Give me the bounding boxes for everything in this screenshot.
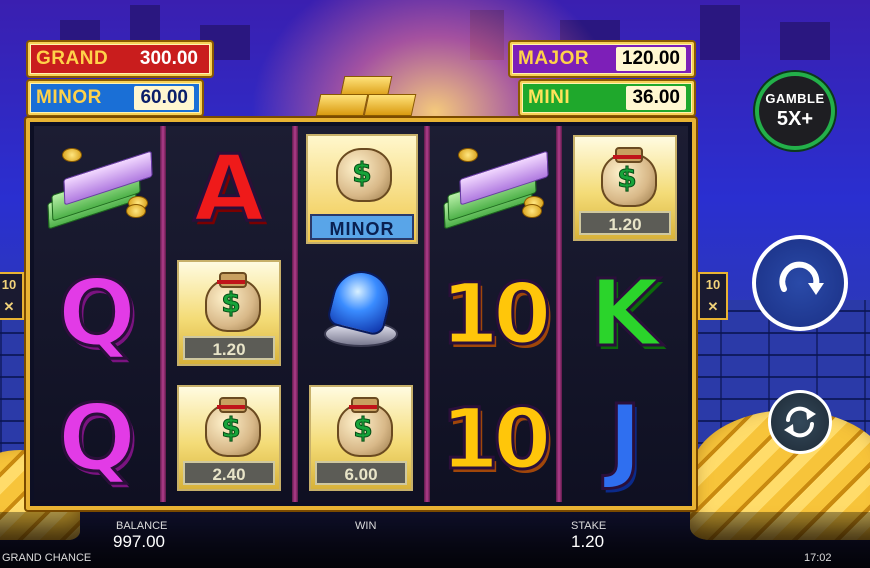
reel-3-row-2-police-light — [298, 251, 424, 376]
reel-5-row-3-j: J — [562, 376, 688, 501]
reel-5-row-1-money-bag: $ 1.20 — [562, 126, 688, 251]
jackpot-minor-value: 60.00 — [134, 86, 194, 110]
money-bag-tile: $ 2.40 — [177, 385, 281, 491]
dollar-icon: $ — [353, 411, 373, 445]
autoplay-button[interactable] — [768, 390, 832, 454]
cash-stack-icon — [440, 148, 549, 230]
minor-symbol-label: MINOR — [310, 214, 414, 240]
gold-bars-icon — [312, 72, 422, 118]
money-bag-value: 6.00 — [315, 461, 407, 485]
minor-jackpot-symbol: $ MINOR — [306, 134, 418, 244]
bottom-info-bar: BALANCE 997.00 WIN STAKE 1.20 GRAND CHAN… — [0, 512, 870, 568]
reel-2-row-2-money-bag: $ 1.20 — [166, 251, 292, 376]
reel-1-row-3-q: Q — [34, 376, 160, 501]
gamble-button-label: GAMBLE — [765, 91, 825, 106]
jackpot-grand-label: GRAND — [36, 48, 109, 69]
spin-button[interactable] — [752, 235, 848, 331]
dollar-icon: $ — [221, 411, 241, 445]
symbol-k: K — [588, 259, 662, 367]
money-bag-value: 2.40 — [183, 461, 275, 485]
reel-grid: Q Q A $ 1.20 $ 2.40 $ MINOR $ 6.00 10 10… — [26, 118, 696, 510]
reel-1: Q Q — [34, 126, 160, 502]
symbol-10: 10 — [439, 389, 553, 488]
balance-label: BALANCE — [116, 520, 168, 532]
reel-2-row-1-a: A — [166, 126, 292, 251]
gamble-multiplier: 5X+ — [776, 108, 814, 130]
reel-4-row-3-ten: 10 — [430, 376, 556, 501]
stake-label: STAKE — [571, 520, 607, 532]
reel-2-row-3-money-bag: $ 2.40 — [166, 376, 292, 501]
game-title: GRAND CHANCE — [2, 552, 92, 564]
reel-1-row-2-q: Q — [34, 251, 160, 376]
money-bag-tile: $ 1.20 — [573, 135, 677, 241]
jackpot-mini-value: 36.00 — [626, 86, 686, 110]
reel-4-row-1-cash-stack — [430, 126, 556, 251]
clock: 17:02 — [804, 552, 832, 564]
money-bag-tile: $ 1.20 — [177, 260, 281, 366]
reel-2: A $ 1.20 $ 2.40 — [166, 126, 292, 502]
dollar-icon: $ — [352, 156, 372, 190]
symbol-q: Q — [56, 384, 137, 492]
dollar-icon: $ — [221, 286, 241, 320]
money-bag-value: 1.20 — [579, 211, 671, 235]
police-light-icon — [298, 251, 424, 376]
jackpot-major: MAJOR 120.00 — [510, 42, 694, 76]
reel-3-row-1-minor: $ MINOR — [298, 126, 424, 251]
reel-3: $ MINOR $ 6.00 — [298, 126, 424, 502]
jackpot-mini: MINI 36.00 — [520, 81, 694, 115]
balance-value: 997.00 — [113, 532, 165, 551]
dollar-icon: $ — [617, 161, 637, 195]
reel-4-row-2-ten: 10 — [430, 251, 556, 376]
jackpot-grand-value: 300.00 — [139, 48, 198, 69]
symbol-a: A — [192, 134, 266, 242]
symbol-10: 10 — [439, 264, 553, 363]
jackpot-major-value: 120.00 — [615, 47, 686, 71]
win-label: WIN — [355, 520, 377, 532]
symbol-q: Q — [56, 259, 137, 367]
paylines-badge-right: 10 ✕ — [698, 272, 728, 320]
jackpot-minor-label: MINOR — [36, 87, 102, 108]
reel-5-row-2-k: K — [562, 251, 688, 376]
symbol-j: J — [606, 384, 643, 492]
money-bag-tile: $ 6.00 — [309, 385, 413, 491]
jackpot-mini-label: MINI — [528, 87, 571, 108]
reel-3-row-3-money-bag: $ 6.00 — [298, 376, 424, 501]
jackpot-minor: MINOR 60.00 — [28, 81, 202, 115]
gamble-button[interactable]: GAMBLE 5X+ — [755, 72, 835, 150]
refresh-arrow-icon — [779, 261, 824, 295]
money-bag-value: 1.20 — [183, 336, 275, 360]
cash-stack-icon — [44, 148, 153, 230]
reel-4: 10 10 — [430, 126, 556, 502]
jackpot-major-label: MAJOR — [518, 48, 590, 69]
jackpot-grand: GRAND 300.00 — [28, 42, 212, 76]
reel-5: $ 1.20 K J — [562, 126, 688, 502]
paylines-badge-left: 10 ✕ — [0, 272, 24, 320]
reel-1-row-1-cash-stack — [34, 126, 160, 251]
stake-value[interactable]: 1.20 — [571, 532, 604, 552]
autoplay-arrows-icon — [784, 406, 816, 438]
